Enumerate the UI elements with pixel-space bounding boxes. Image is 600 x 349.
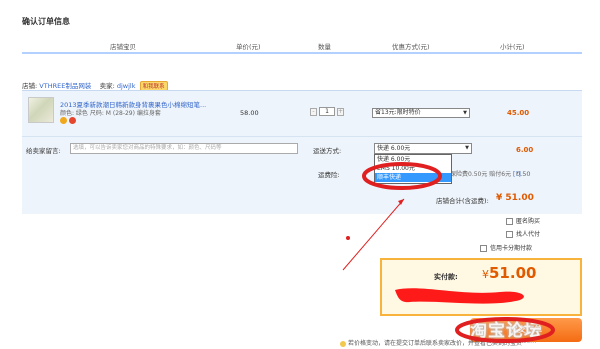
shipping-dropdown: 快递 6.00元 EMS 10.00元 顺丰快递 [374, 154, 452, 184]
qty-input[interactable]: 1 [319, 107, 335, 116]
shipping-option[interactable]: 快递 6.00元 [375, 155, 451, 164]
seller-link[interactable]: djwjlk [117, 82, 136, 90]
lightbulb-icon [340, 340, 346, 347]
shipping-label: 运送方式: [313, 147, 342, 155]
chevron-down-icon: ▼ [463, 110, 467, 116]
qty-minus-button[interactable]: - [310, 107, 317, 116]
message-input[interactable]: 选填，可以告诉卖家您对商品的特殊要求，如：颜色、尺码等 [70, 143, 298, 154]
shop-label: 店铺: [22, 82, 38, 90]
col-price: 单价(元) [236, 43, 261, 51]
item-thumbnail[interactable] [28, 97, 54, 123]
shop-total-label: 店铺合计(含运费): [436, 197, 489, 205]
price-change-note: 若价格变动，请在提交订单后联系卖家改价，并查看已买到的宝贝 [340, 338, 522, 347]
promo-select[interactable]: 省13元:限时特价 ▼ [372, 108, 470, 118]
col-qty: 数量 [318, 43, 331, 51]
shop-name-link[interactable]: VTHREE制品网装 [39, 82, 91, 90]
anonymous-checkbox[interactable] [506, 218, 513, 225]
quantity-stepper: -1 + [310, 107, 344, 116]
shipping-select-value: 快递 6.00元 [377, 145, 411, 152]
insurance-price: 0.50 [516, 170, 531, 178]
installment-checkbox[interactable] [480, 245, 487, 252]
guarantee-icon [60, 117, 67, 124]
shipping-option[interactable]: EMS 10.00元 [375, 164, 451, 173]
col-item: 店铺宝贝 [110, 43, 136, 51]
message-label: 给卖家留言: [26, 147, 61, 155]
installment-option[interactable]: 信用卡分期付款 [480, 243, 532, 252]
col-promo: 优惠方式(元) [392, 43, 430, 51]
payment-total: ¥51.00 [482, 264, 537, 282]
proxy-pay-checkbox[interactable] [506, 231, 513, 238]
promo-select-value: 省13元:限时特价 [375, 109, 421, 116]
page-title: 确认订单信息 [22, 17, 70, 26]
item-tags [60, 117, 78, 126]
payment-label: 实付款: [434, 273, 458, 281]
shipping-price: 6.00 [516, 146, 534, 154]
insurance-note: 保险费0.50元 赔付6元 [?] [450, 171, 521, 178]
chevron-down-icon: ▼ [465, 145, 469, 151]
shop-total: ¥ 51.00 [496, 193, 534, 203]
payment-summary: 实付款: ¥51.00 [380, 258, 582, 316]
item-price: 58.00 [240, 109, 259, 117]
insurance-label: 运费险: [318, 171, 340, 179]
item-subtotal: 45.00 [507, 109, 530, 117]
col-subtotal: 小计(元) [500, 43, 525, 51]
proxy-pay-option[interactable]: 找人代付 [506, 229, 540, 238]
table-header: 店铺宝贝 单价(元) 数量 优惠方式(元) 小计(元) [22, 38, 582, 54]
order-extras: 给卖家留言: 选填，可以告诉卖家您对商品的特殊要求，如：颜色、尺码等 运送方式:… [22, 136, 582, 214]
anonymous-option[interactable]: 匿名购买 [506, 216, 540, 225]
order-item-row: 2013夏季新款潮日韩新款身背裹果色小棉绵短笔... 颜色: 绿色 尺码: M … [22, 90, 582, 136]
promo-icon [69, 117, 76, 124]
item-props: 颜色: 绿色 尺码: M (28-29) 编拉身套 [60, 110, 161, 117]
seller-label: 卖家: [99, 82, 115, 90]
shipping-select[interactable]: 快递 6.00元 ▼ [374, 143, 472, 154]
annotation-dot [346, 236, 350, 240]
shipping-option-highlighted[interactable]: 顺丰快递 [375, 173, 451, 182]
qty-plus-button[interactable]: + [337, 107, 344, 116]
